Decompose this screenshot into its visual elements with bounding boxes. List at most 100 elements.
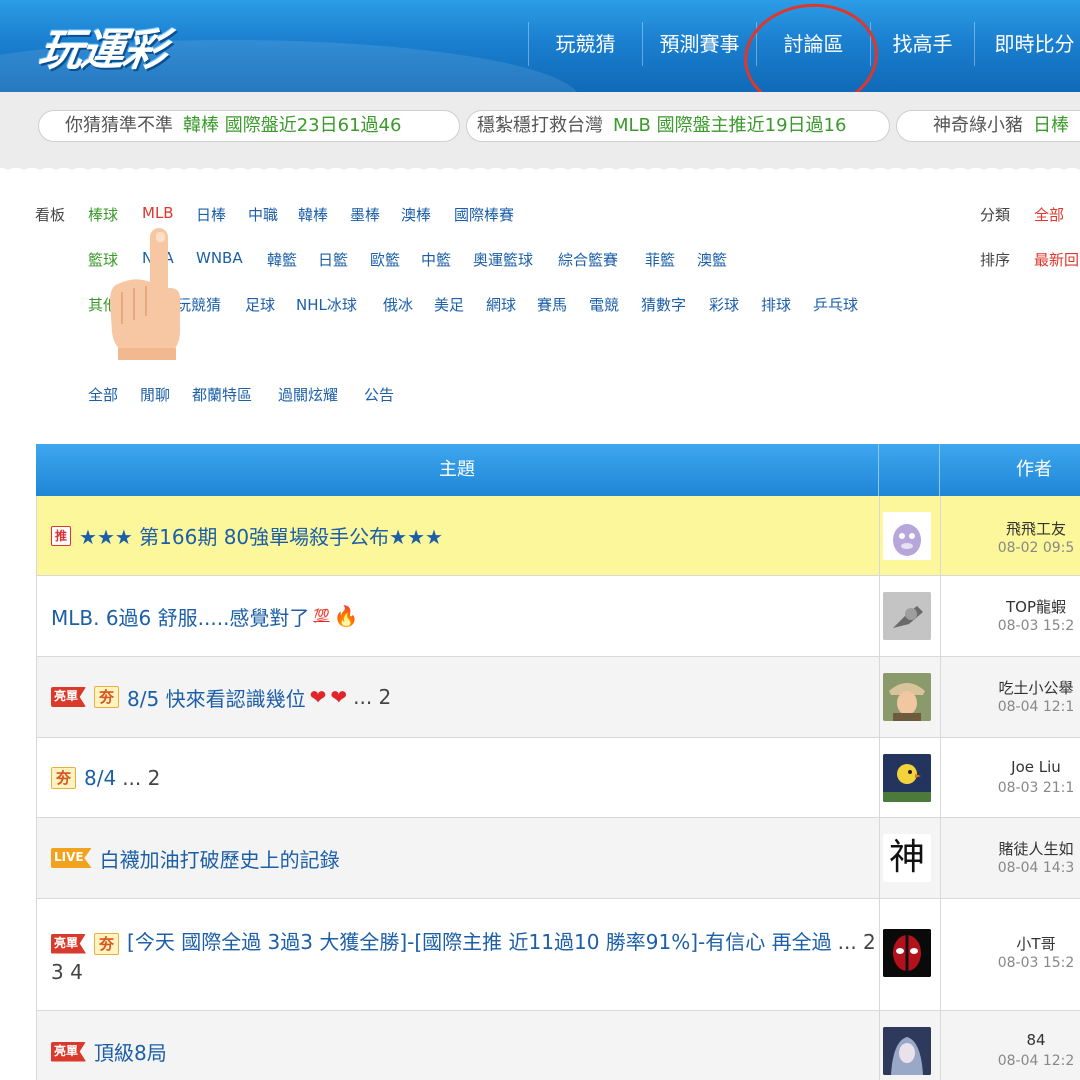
board-link[interactable]: 澳籃 xyxy=(697,249,727,270)
nav-forum[interactable]: 討論區 xyxy=(756,22,870,66)
nav-live-scores[interactable]: 即時比分 xyxy=(974,22,1080,66)
ghost-icon[interactable] xyxy=(883,512,931,560)
post-date: 08-03 21:1 xyxy=(997,780,1075,796)
board-link[interactable]: 國際棒賽 xyxy=(454,204,514,225)
topic-title[interactable]: 8/4 xyxy=(84,766,116,790)
recommend-badge: 推 xyxy=(51,525,72,546)
board-link[interactable]: 閒聊 xyxy=(140,384,170,405)
table-row: 亮單夯 [今天 國際全過 3過3 大獲全勝]-[國際主推 近11過10 勝率91%… xyxy=(36,899,1080,1011)
author-name[interactable]: TOP龍蝦 xyxy=(941,596,1080,617)
author-name[interactable]: 賭徒人生如 xyxy=(941,838,1080,859)
board-link[interactable]: NHL冰球 xyxy=(296,294,357,315)
board-link[interactable]: WNBA xyxy=(196,249,243,267)
post-date: 08-03 15:2 xyxy=(997,955,1075,971)
ticker-user: 穩紮穩打救台灣 xyxy=(477,115,603,136)
column-divider xyxy=(879,496,880,575)
board-link[interactable]: 韓棒 xyxy=(298,204,328,225)
category-all-link[interactable]: 全部 xyxy=(1034,204,1064,225)
board-link[interactable]: 彩球 xyxy=(709,294,739,315)
table-row: 亮單 夯 8/5 快來看認識幾位 ❤ ❤ ... 2 吃土小公舉 08-04 1… xyxy=(36,657,1080,738)
topic-title[interactable]: ★★★ 第166期 80強單場殺手公布★★★ xyxy=(79,521,443,550)
board-link-baseball[interactable]: 棒球 xyxy=(88,204,118,225)
board-link[interactable]: 美足 xyxy=(434,294,464,315)
board-link[interactable]: 墨棒 xyxy=(350,204,380,225)
table-row: LIVE 白襪加油打破歷史上的記錄 神 賭徒人生如 08-04 14:3 xyxy=(36,818,1080,899)
board-link[interactable]: 俄冰 xyxy=(383,294,413,315)
board-label: 看板 xyxy=(35,206,66,224)
board-link[interactable]: 奧運籃球 xyxy=(473,249,533,270)
heart-icon: ❤ xyxy=(330,685,348,709)
board-link[interactable]: 過關炫耀 xyxy=(278,384,338,405)
nav-play-guess[interactable]: 玩競猜 xyxy=(528,22,642,66)
board-link-basketball[interactable]: 籃球 xyxy=(88,249,118,270)
nav-predictions[interactable]: 預測賽事 xyxy=(642,22,756,66)
board-link[interactable]: 日籃 xyxy=(318,249,348,270)
nav-find-experts[interactable]: 找高手 xyxy=(870,22,974,66)
topic-title[interactable]: 白襪加油打破歷史上的記錄 xyxy=(100,844,340,873)
board-link[interactable]: 賽馬 xyxy=(537,294,567,315)
topic-link[interactable]: 夯 8/4 ... 2 xyxy=(51,738,879,817)
author-name[interactable]: 84 xyxy=(941,1031,1080,1049)
board-link[interactable]: 菲籃 xyxy=(645,249,675,270)
author-name[interactable]: Joe Liu xyxy=(941,758,1080,776)
default-avatar-icon[interactable] xyxy=(883,592,931,640)
topic-title[interactable]: MLB. 6過6 舒服.....感覺對了 xyxy=(51,602,309,631)
topic-title[interactable]: 8/5 快來看認識幾位 xyxy=(127,683,306,712)
ticker-record: 韓棒 國際盤近23日61過46 xyxy=(183,115,402,136)
table-row: 夯 8/4 ... 2 Joe Liu 08-03 21:1 xyxy=(36,738,1080,818)
topic-link[interactable]: 推 ★★★ 第166期 80強單場殺手公布★★★ xyxy=(51,496,879,575)
hundred-points-icon: 💯 xyxy=(313,608,330,624)
board-link[interactable]: 排球 xyxy=(761,294,791,315)
board-link[interactable]: 足球 xyxy=(245,294,275,315)
board-link[interactable]: 全部 xyxy=(88,384,118,405)
board-link[interactable]: 公告 xyxy=(364,384,394,405)
board-link[interactable]: 乒乓球 xyxy=(813,294,858,315)
topic-link[interactable]: MLB. 6過6 舒服.....感覺對了 💯 🔥 xyxy=(51,576,879,656)
topic-link[interactable]: LIVE 白襪加油打破歷史上的記錄 xyxy=(51,818,879,898)
bird-avatar[interactable] xyxy=(883,754,931,802)
board-link[interactable]: 日棒 xyxy=(196,204,226,225)
ticker-item[interactable]: 神奇綠小豬 日棒 xyxy=(896,110,1080,142)
page-links[interactable]: ... 2 xyxy=(122,766,160,790)
board-link[interactable]: 韓籃 xyxy=(267,249,297,270)
topic-link[interactable]: 亮單夯 [今天 國際全過 3過3 大獲全勝]-[國際主推 近11過10 勝率91%… xyxy=(51,899,879,1010)
table-header: 主題 作者 xyxy=(36,444,1080,496)
topic-link[interactable]: 亮單 頂級8局 xyxy=(51,1011,879,1080)
board-link[interactable]: 猜數字 xyxy=(641,294,686,315)
board-link[interactable]: 綜合籃賽 xyxy=(558,249,618,270)
topic-link[interactable]: 亮單 夯 8/5 快來看認識幾位 ❤ ❤ ... 2 xyxy=(51,657,879,737)
user-photo-avatar[interactable] xyxy=(883,673,931,721)
board-link-mlb[interactable]: MLB xyxy=(142,204,174,222)
post-date: 08-03 15:2 xyxy=(997,618,1075,634)
board-link[interactable]: 中職 xyxy=(248,204,278,225)
board-link[interactable]: 中籃 xyxy=(421,249,451,270)
board-link[interactable]: 歐籃 xyxy=(370,249,400,270)
table-row: 亮單 頂級8局 84 08-04 12:2 xyxy=(36,1011,1080,1080)
post-date: 08-02 09:5 xyxy=(997,540,1075,556)
hot-badge: 夯 xyxy=(94,686,120,708)
topic-title[interactable]: 頂級8局 xyxy=(94,1037,167,1066)
ticker-item[interactable]: 穩紮穩打救台灣 MLB 國際盤主推近19日過16 xyxy=(466,110,890,142)
board-link-other[interactable]: 其他 xyxy=(88,294,118,315)
ticker-item[interactable]: 你猜猜準不準 韓棒 國際盤近23日61過46 xyxy=(38,110,460,142)
board-link[interactable]: 手球 xyxy=(142,339,172,360)
author-name[interactable]: 飛飛工友 xyxy=(941,518,1080,539)
hot-badge: 夯 xyxy=(51,766,77,789)
author-name[interactable]: 小T哥 xyxy=(941,933,1080,954)
site-logo[interactable]: 玩運彩 xyxy=(36,14,170,76)
page-links[interactable]: ... 2 xyxy=(353,685,391,709)
board-link[interactable]: 電競 xyxy=(589,294,619,315)
showcase-badge: 亮單 xyxy=(51,687,87,707)
anime-avatar[interactable] xyxy=(883,1027,931,1075)
author-name[interactable]: 吃土小公舉 xyxy=(941,677,1080,698)
shen-character-avatar[interactable]: 神 xyxy=(883,834,931,882)
board-link[interactable]: 玩競猜 xyxy=(176,294,221,315)
sort-latest-link[interactable]: 最新回 xyxy=(1034,249,1079,270)
board-link[interactable]: 澳棒 xyxy=(401,204,431,225)
board-link[interactable]: 網球 xyxy=(486,294,516,315)
post-date: 08-04 12:1 xyxy=(997,699,1075,715)
board-link[interactable]: NBA xyxy=(142,249,174,267)
board-link[interactable]: 都蘭特區 xyxy=(192,384,252,405)
deadpool-avatar[interactable] xyxy=(883,929,931,977)
topic-title[interactable]: [今天 國際全過 3過3 大獲全勝]-[國際主推 近11過10 勝率91%]-有… xyxy=(127,930,832,954)
